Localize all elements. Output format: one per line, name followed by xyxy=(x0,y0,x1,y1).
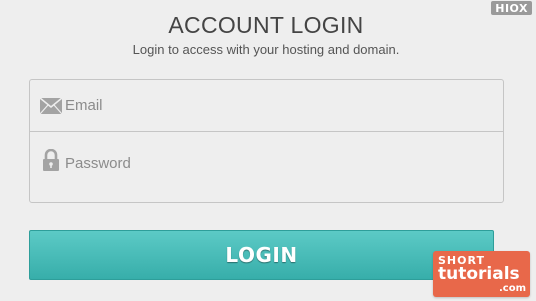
page-title: ACCOUNT LOGIN xyxy=(168,12,364,38)
watermark-line3: .com xyxy=(498,283,526,294)
watermark-logo: SHORT tutorials .com xyxy=(433,251,530,297)
email-input[interactable] xyxy=(65,93,485,118)
page-subtitle: Login to access with your hosting and do… xyxy=(132,42,400,57)
email-row xyxy=(30,80,503,132)
login-button[interactable]: LOGIN xyxy=(29,230,494,280)
lock-icon xyxy=(39,149,63,171)
envelope-icon xyxy=(39,95,63,117)
watermark-line2: tutorials xyxy=(438,264,520,284)
password-row xyxy=(30,132,503,202)
login-form xyxy=(29,79,504,203)
password-input[interactable] xyxy=(65,151,485,175)
